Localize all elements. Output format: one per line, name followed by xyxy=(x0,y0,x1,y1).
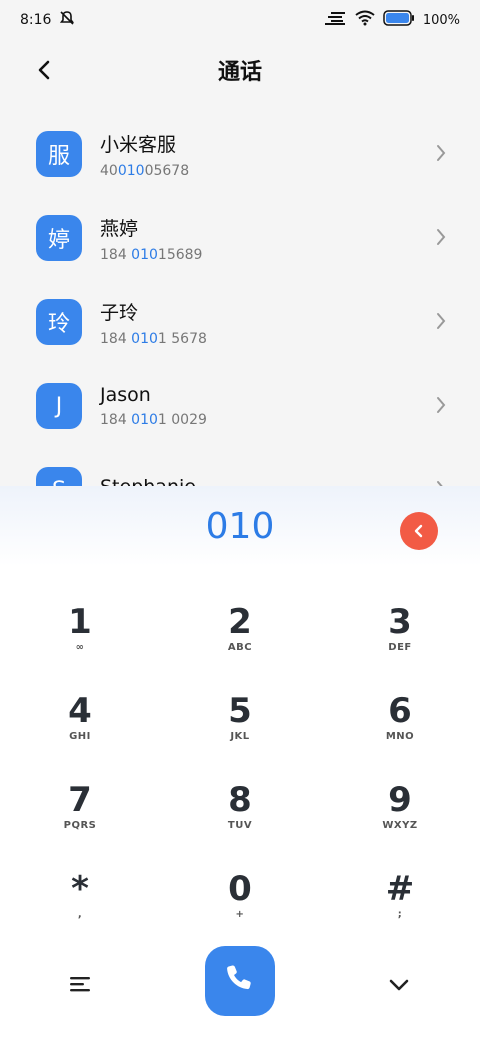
chevron-right-icon[interactable] xyxy=(436,144,446,166)
avatar: 服 xyxy=(36,131,82,177)
key-star[interactable]: *, xyxy=(0,863,160,952)
page-title: 通话 xyxy=(217,60,262,85)
chevron-right-icon[interactable] xyxy=(436,396,446,418)
contact-row[interactable]: 服 小米客服 4001005678 xyxy=(0,112,480,196)
contact-row[interactable]: 婷 燕婷 184 01015689 xyxy=(0,196,480,280)
dialpad-actions xyxy=(0,946,480,1026)
contact-number: 184 0101 5678 xyxy=(100,330,207,347)
chevron-right-icon[interactable] xyxy=(436,228,446,250)
contact-number: 184 01015689 xyxy=(100,246,203,263)
keypad: 1 ∞ 2 ABC 3 DEF 4 GHI 5 JKL 6 MNO 7 PQRS 8 TUV 9… xyxy=(0,596,480,952)
battery-icon xyxy=(383,10,415,30)
contact-row[interactable]: 玲 子玲 184 0101 5678 xyxy=(0,280,480,364)
chevron-down-icon xyxy=(388,977,410,996)
chevron-right-icon[interactable] xyxy=(436,312,446,334)
key-3[interactable]: 3 DEF xyxy=(320,596,480,685)
contact-row[interactable]: J Jason 184 0101 0029 xyxy=(0,364,480,448)
key-2[interactable]: 2 ABC xyxy=(160,596,320,685)
collapse-dialpad-button[interactable] xyxy=(382,972,416,1000)
dialer-screen: 8:16 100% 通话 服 小米客服 4001005678 婷 燕婷 184 … xyxy=(0,0,480,1040)
key-5[interactable]: 5 JKL xyxy=(160,685,320,774)
contact-number: 4001005678 xyxy=(100,162,190,179)
clock: 8:16 xyxy=(20,12,52,28)
key-hash[interactable]: #; xyxy=(320,863,480,952)
contact-name: 小米客服 xyxy=(100,133,177,156)
key-9[interactable]: 9 WXYZ xyxy=(320,774,480,863)
avatar: J xyxy=(36,383,82,429)
contact-name: 燕婷 xyxy=(100,217,139,240)
silent-icon xyxy=(59,10,75,30)
signal-icon xyxy=(324,11,347,29)
avatar: 婷 xyxy=(36,215,82,261)
key-0[interactable]: 0 + xyxy=(160,863,320,952)
menu-icon xyxy=(70,976,92,996)
header: 通话 xyxy=(0,40,480,100)
menu-button[interactable] xyxy=(64,972,98,1000)
contact-name: 子玲 xyxy=(100,301,139,324)
call-button[interactable] xyxy=(205,946,275,1016)
key-4[interactable]: 4 GHI xyxy=(0,685,160,774)
key-7[interactable]: 7 PQRS xyxy=(0,774,160,863)
battery-level: 100% xyxy=(422,12,460,28)
contact-list: 服 小米客服 4001005678 婷 燕婷 184 01015689 玲 子玲… xyxy=(0,112,480,532)
key-6[interactable]: 6 MNO xyxy=(320,685,480,774)
phone-icon xyxy=(223,962,257,1000)
voicemail-icon: ∞ xyxy=(75,642,85,653)
contact-name: Jason xyxy=(100,384,151,406)
wifi-icon xyxy=(355,10,375,30)
back-button[interactable] xyxy=(28,54,60,86)
delete-button[interactable] xyxy=(400,512,438,550)
status-bar: 8:16 100% xyxy=(0,0,480,40)
contact-number: 184 0101 0029 xyxy=(100,412,207,428)
key-1[interactable]: 1 ∞ xyxy=(0,596,160,685)
avatar: 玲 xyxy=(36,299,82,345)
key-8[interactable]: 8 TUV xyxy=(160,774,320,863)
dialpad-panel: 010 1 ∞ 2 ABC 3 DEF 4 GHI 5 JKL 6 MNO 7 PQRS 8T… xyxy=(0,486,480,1040)
